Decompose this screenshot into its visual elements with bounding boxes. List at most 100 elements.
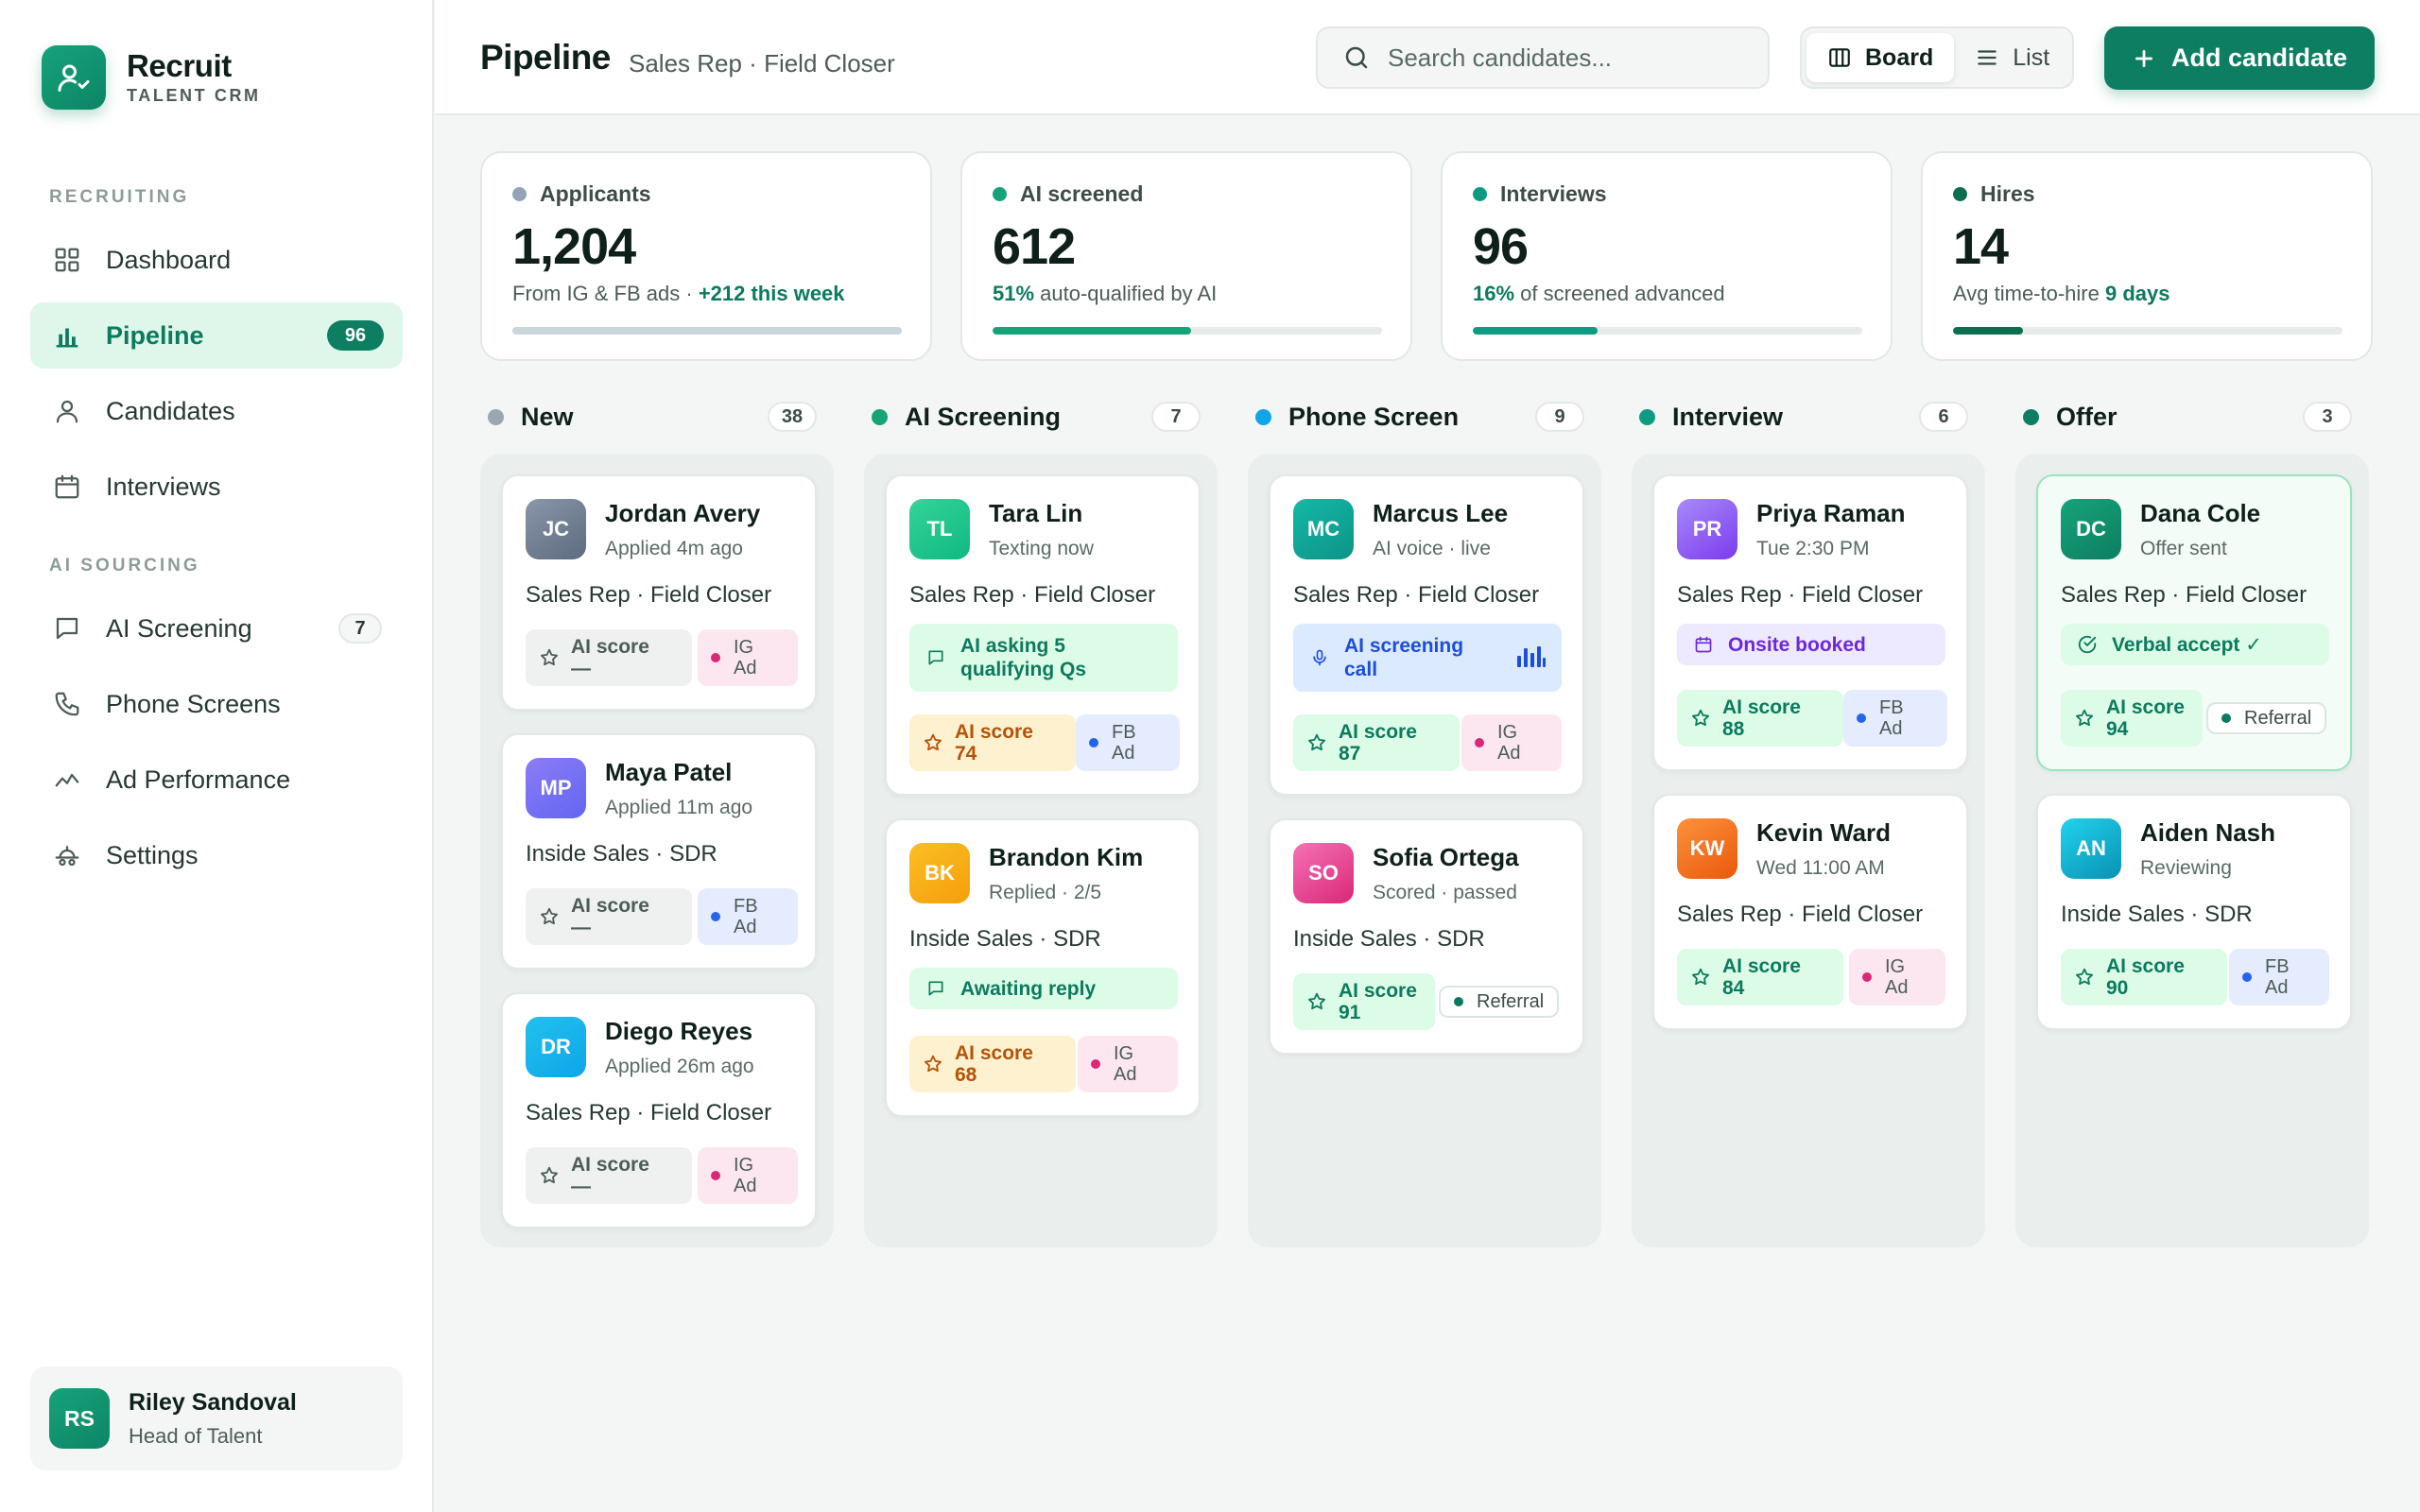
avatar: SO <box>1293 843 1354 903</box>
column-header-offer[interactable]: Offer 3 <box>2015 397 2358 437</box>
sidebar-item-ai-screening[interactable]: AI Screening 7 <box>30 595 403 662</box>
candidate-card[interactable]: TL Tara Lin Texting now Sales Rep · Fiel… <box>885 474 1201 796</box>
instagram-dot-icon <box>1091 1059 1100 1069</box>
chat-bubble-icon <box>925 646 947 669</box>
ai-score-label: AI score <box>2106 955 2185 977</box>
add-candidate-button[interactable]: Add candidate <box>2104 26 2375 90</box>
sidebar-item-interviews[interactable]: Interviews <box>30 454 403 520</box>
avatar: PR <box>1677 499 1737 559</box>
ai-score-value: 90 <box>2106 977 2129 999</box>
ai-status-pill: Awaiting reply <box>909 968 1178 1009</box>
ai-score-label: AI score <box>1339 980 1417 1002</box>
brand-logo-icon <box>42 45 106 110</box>
star-icon <box>1690 708 1711 729</box>
offer-status-text: Verbal accept ✓ <box>2112 633 2262 656</box>
column-count-badge: 7 <box>1151 402 1201 432</box>
candidate-card[interactable]: MC Marcus Lee AI voice · live Sales Rep … <box>1269 474 1584 796</box>
source-tag: IG Ad <box>698 1147 798 1204</box>
ai-score-label: AI score <box>2106 696 2185 718</box>
sidebar-item-label: Candidates <box>106 396 235 425</box>
column-header-phone-screen[interactable]: Phone Screen 9 <box>1248 397 1590 437</box>
ai-score-chip: AI score 88 <box>1677 690 1843 747</box>
sidebar-item-label: Settings <box>106 840 199 869</box>
sidebar-item-dashboard[interactable]: Dashboard <box>30 227 403 293</box>
candidate-card[interactable]: KW Kevin Ward Wed 11:00 AM Sales Rep · F… <box>1652 794 1968 1030</box>
column-title: Offer <box>2056 402 2118 431</box>
view-toggle: Board List <box>1800 26 2074 89</box>
ai-score-chip: AI score 94 <box>2061 690 2203 747</box>
stat-card-hires: Hires 14 Avg time-to-hire 9 days <box>1921 151 2373 361</box>
person-icon <box>51 395 83 427</box>
candidate-card[interactable]: PR Priya Raman Tue 2:30 PM Sales Rep · F… <box>1652 474 1968 771</box>
source-tag: FB Ad <box>2229 949 2329 1005</box>
column-status-dot <box>1255 408 1271 425</box>
candidate-meta: Scored · passed <box>1373 882 1517 903</box>
candidate-role: Sales Rep · Field Closer <box>2061 582 2308 608</box>
board-columns-icon <box>1827 45 1852 70</box>
plus-icon <box>2132 46 2156 71</box>
sidebar-item-pipeline[interactable]: Pipeline 96 <box>30 302 403 369</box>
stat-progress-bar <box>993 327 1382 335</box>
candidate-name: Aiden Nash <box>2140 818 2276 847</box>
stat-value: 14 <box>1953 218 2009 275</box>
candidate-role: Inside Sales · SDR <box>909 926 1101 952</box>
user-profile-card[interactable]: RS Riley Sandoval Head of Talent <box>30 1366 403 1470</box>
star-icon <box>1306 991 1327 1012</box>
board-view-button[interactable]: Board <box>1806 33 1955 82</box>
column-header-new[interactable]: New 38 <box>480 397 822 437</box>
stat-dot <box>993 187 1007 201</box>
source-tag: Referral <box>1439 986 1560 1018</box>
candidate-role: Inside Sales · SDR <box>526 841 717 867</box>
ai-score-label: AI score <box>571 895 649 917</box>
star-icon <box>923 732 943 753</box>
settings-icon <box>51 839 83 871</box>
candidate-card[interactable]: BK Brandon Kim Replied · 2/5 Inside Sale… <box>885 818 1201 1117</box>
ai-score-label: AI score <box>1722 955 1801 977</box>
sidebar-item-candidates[interactable]: Candidates <box>30 378 403 444</box>
candidate-card[interactable]: JC Jordan Avery Applied 4m ago Sales Rep… <box>501 474 817 711</box>
candidate-name: Tara Lin <box>989 499 1083 527</box>
stat-card-interviews: Interviews 96 16% of screened advanced <box>1441 151 1893 361</box>
candidate-card[interactable]: MP Maya Patel Applied 11m ago Inside Sal… <box>501 733 817 970</box>
column-title: New <box>521 402 574 431</box>
stat-value: 1,204 <box>512 218 636 275</box>
avatar: BK <box>909 843 970 903</box>
column-header-interview[interactable]: Interview 6 <box>1632 397 1974 437</box>
board-view-label: Board <box>1865 43 1934 71</box>
candidate-card[interactable]: DR Diego Reyes Applied 26m ago Sales Rep… <box>501 992 817 1228</box>
sidebar-item-phone-screens[interactable]: Phone Screens <box>30 671 403 737</box>
column-count-badge: 3 <box>2303 402 2352 432</box>
candidate-meta: Tue 2:30 PM <box>1756 538 1870 559</box>
brand[interactable]: Recruit TALENT CRM <box>42 45 261 110</box>
top-header: Pipeline Sales Rep · Field Closer Board … <box>435 0 2420 115</box>
referral-dot-icon <box>2221 713 2231 723</box>
ai-score-label: AI score <box>571 636 649 658</box>
facebook-dot-icon <box>1857 713 1866 723</box>
chat-bubble-icon <box>925 977 947 1000</box>
avatar: DR <box>526 1017 586 1077</box>
avatar: MP <box>526 758 586 818</box>
search-box[interactable] <box>1316 26 1770 89</box>
interview-status-text: Onsite booked <box>1728 633 1866 656</box>
ai-status-text: AI asking 5 qualifying Qs <box>960 635 1087 680</box>
sidebar-item-ad-performance[interactable]: Ad Performance <box>30 747 403 813</box>
ai-status-text: AI screening call <box>1344 635 1464 680</box>
sidebar-item-settings[interactable]: Settings <box>30 822 403 888</box>
star-icon <box>539 906 560 927</box>
candidate-card-highlighted[interactable]: DC Dana Cole Offer sent Sales Rep · Fiel… <box>2036 474 2352 771</box>
stat-label: AI screened <box>1020 181 1144 206</box>
list-view-button[interactable]: List <box>1954 33 2070 82</box>
search-input[interactable] <box>1388 43 1747 73</box>
stat-card-applicants: Applicants 1,204 From IG & FB ads · +212… <box>480 151 932 361</box>
ai-status-pill: AI asking 5 qualifying Qs <box>909 624 1178 692</box>
ai-score-value: 88 <box>1722 718 1745 740</box>
candidate-name: Dana Cole <box>2140 499 2261 527</box>
dashboard-grid-icon <box>51 244 83 276</box>
ai-score-label: AI score <box>955 1042 1033 1064</box>
source-tag: FB Ad <box>1076 714 1180 771</box>
star-icon <box>2074 967 2095 988</box>
candidate-card[interactable]: SO Sofia Ortega Scored · passed Inside S… <box>1269 818 1584 1055</box>
candidate-card[interactable]: AN Aiden Nash Reviewing Inside Sales · S… <box>2036 794 2352 1030</box>
column-header-ai-screening[interactable]: AI Screening 7 <box>864 397 1206 437</box>
ai-score-chip: AI score 87 <box>1293 714 1460 771</box>
